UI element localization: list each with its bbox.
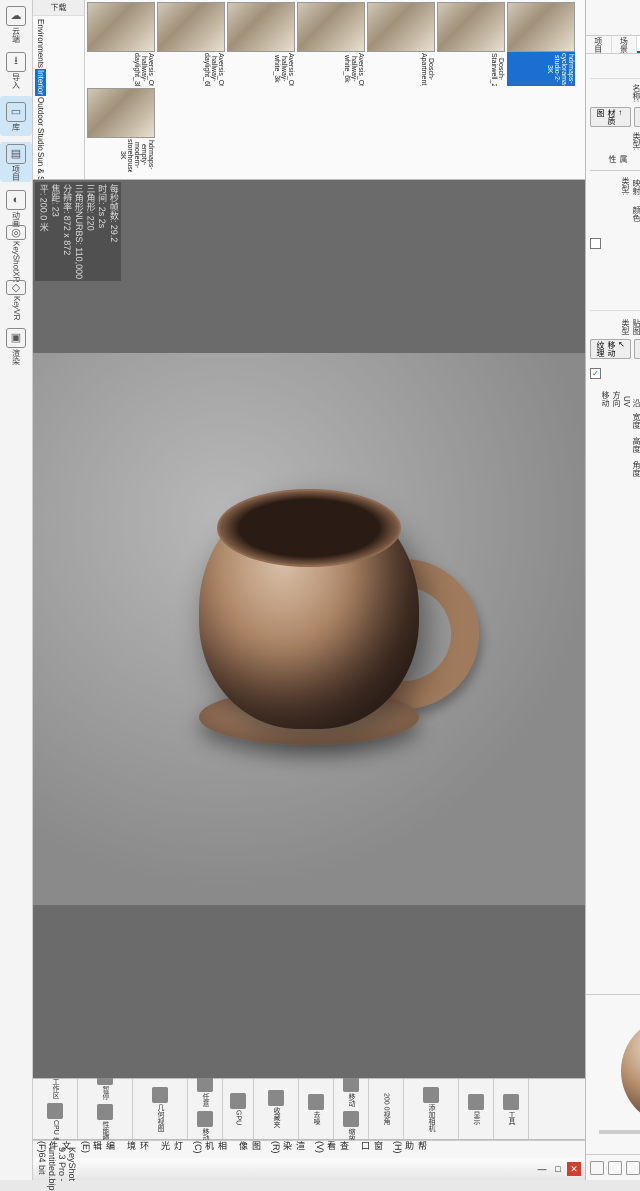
btn-geomview[interactable]: 几何视图 bbox=[149, 1086, 171, 1133]
tree-environments[interactable]: Environments bbox=[35, 18, 46, 69]
properties-panel: 项目 场景 材质 环境 照明 相机 图像 材质 名称: ← 材质图 ← 多层材质… bbox=[585, 0, 640, 1180]
proptab-props[interactable]: 属性 bbox=[590, 155, 640, 170]
angle-label: 角度 bbox=[590, 461, 640, 477]
thumb-2[interactable]: Aversis_Office-hallway-white_3k bbox=[227, 2, 295, 86]
tool-ksvr[interactable]: ◇K𝑒𝑦VR bbox=[0, 280, 32, 320]
btn-fov[interactable]: 200 0视角 bbox=[378, 1092, 394, 1127]
color-label: 颜色 bbox=[590, 206, 640, 222]
menu-edit[interactable]: 编辑(E) bbox=[81, 1141, 117, 1158]
name-label: 名称: bbox=[590, 84, 640, 102]
project-tabs: 项目 场景 材质 环境 照明 相机 图像 bbox=[586, 36, 640, 54]
library-panel: 下载 Environments Interior Outdoor Studio … bbox=[33, 0, 585, 180]
btn-gpu[interactable]: GPU bbox=[227, 1092, 249, 1126]
invert-checkbox[interactable] bbox=[590, 238, 601, 249]
btn-addcam[interactable]: 添加相机 bbox=[420, 1086, 442, 1133]
tree-studio[interactable]: Studio bbox=[35, 127, 46, 152]
preview-sphere bbox=[621, 1016, 640, 1126]
render-area bbox=[33, 353, 585, 905]
left-toolbar: ☁云端 ⭳导入 ▭库 ▤项目 ◐动画 ◎KeyShotXR ◇K𝑒𝑦VR ▣渲染 bbox=[0, 0, 33, 1180]
window-min-button[interactable]: — bbox=[535, 1162, 549, 1176]
move-texture-button[interactable]: ↙ 移动纹理 bbox=[590, 339, 631, 359]
menu-image[interactable]: 图像 bbox=[237, 1141, 263, 1158]
menu-light[interactable]: 灯光 bbox=[159, 1141, 185, 1158]
tool-import[interactable]: ⭳导入 bbox=[0, 50, 32, 90]
material-graph-button[interactable]: ← 材质图 bbox=[590, 107, 631, 127]
tile-label: 贴图类型 bbox=[590, 315, 640, 335]
tool-cloud[interactable]: ☁云端 bbox=[0, 4, 32, 44]
library-tree-header: 下载 bbox=[33, 0, 84, 16]
multilayer-button[interactable]: ← 多层材质 bbox=[634, 107, 640, 127]
thumb-6[interactable]: hdrmaps-cyclorama-studio-2-3K bbox=[507, 2, 575, 86]
titlebar: KeyShot 9.3 Pro - untitled.bip - 64 bit … bbox=[33, 1158, 585, 1180]
panel-header: 材质 bbox=[590, 58, 640, 79]
preview-zoom-slider[interactable] bbox=[599, 1130, 640, 1134]
thumb-4[interactable]: Dosch-Apartment_2k bbox=[367, 2, 435, 86]
sync-label: 同步 bbox=[604, 365, 640, 381]
tab-scene[interactable]: 场景 bbox=[612, 36, 638, 53]
menu-render[interactable]: 渲染(R) bbox=[271, 1141, 307, 1158]
thumb-7[interactable]: hdrmaps-empty-modern-storehouse-3K bbox=[87, 88, 155, 172]
fit-model-button[interactable]: 模型 bbox=[634, 339, 640, 359]
btn-zoom[interactable]: 缩放 bbox=[340, 1110, 362, 1143]
tree-sunsky[interactable]: Sun & Sky bbox=[35, 151, 46, 179]
properties-body: 材质 名称: ← 材质图 ← 多层材质 类型: 属性 金属 属性 纹理 标签 映… bbox=[586, 54, 640, 994]
btn-display[interactable]: 显示 bbox=[465, 1093, 487, 1126]
btn-fav[interactable]: 收藏夹 bbox=[265, 1089, 287, 1129]
menu-view[interactable]: 查看(V) bbox=[315, 1141, 351, 1158]
invert-label: 反转 bbox=[604, 235, 640, 251]
sync-checkbox[interactable]: ✓ bbox=[590, 368, 601, 379]
material-preview-small bbox=[586, 0, 640, 36]
viewport[interactable]: 每秒帧数: 29.2 时间: 2s 2s 三角形: 220 三角形NURBS: … bbox=[33, 180, 585, 1078]
properties-footer bbox=[586, 1154, 640, 1180]
height-label: 高度 bbox=[590, 437, 640, 453]
library-thumbnails: Aversis_Office-hallway-daylight_3k Avers… bbox=[85, 0, 585, 179]
tool-project[interactable]: ▤项目 bbox=[0, 142, 32, 182]
menu-env[interactable]: 环境 bbox=[125, 1141, 151, 1158]
btn-pan[interactable]: 移动 bbox=[340, 1075, 362, 1108]
window-close-button[interactable]: ✕ bbox=[567, 1162, 581, 1176]
library-tree-pane: 下载 Environments Interior Outdoor Studio … bbox=[33, 0, 85, 179]
btn-denoise[interactable]: 去噪 bbox=[305, 1093, 327, 1126]
thumb-1[interactable]: Aversis_Office-hallway-daylight_6k bbox=[157, 2, 225, 86]
ribbon-toolbar: 工作区CPU 使用量 暂停性能模式 几何视图 任意移动 GPU 收藏夹 去噪 翻… bbox=[33, 1078, 585, 1140]
tool-anim[interactable]: ◐动画 bbox=[0, 188, 32, 228]
uvscale-label: 沿 UV 方向移动 bbox=[590, 387, 640, 407]
thumb-3[interactable]: Aversis_Office-hallway-white_6k bbox=[297, 2, 365, 86]
footer-grid-icon[interactable] bbox=[590, 1161, 604, 1175]
type-label: 类型: bbox=[590, 132, 640, 150]
menu-help[interactable]: 帮助(H) bbox=[393, 1141, 429, 1158]
footer-search-icon[interactable] bbox=[608, 1161, 622, 1175]
tree-interior[interactable]: Interior bbox=[35, 69, 46, 96]
size-section[interactable]: ▼尺寸和映射 bbox=[590, 257, 640, 311]
library-tree: Environments Interior Outdoor Studio Sun… bbox=[33, 16, 84, 179]
btn-tools[interactable]: 工具 bbox=[500, 1093, 522, 1126]
material-big-preview: 全展组高度 bbox=[586, 994, 640, 1154]
tree-outdoor[interactable]: Outdoor bbox=[35, 96, 46, 127]
tool-render[interactable]: ▣渲染 bbox=[0, 326, 32, 366]
thumb-5[interactable]: Dosch-Stairwell_2k bbox=[437, 2, 505, 86]
rendered-mug bbox=[129, 449, 489, 809]
width-label: 宽度 bbox=[590, 413, 640, 429]
app-title: KeyShot 9.3 Pro - untitled.bip - 64 bit bbox=[37, 1147, 77, 1191]
viewport-stats: 每秒帧数: 29.2 时间: 2s 2s 三角形: 220 三角形NURBS: … bbox=[35, 182, 121, 281]
btn-move[interactable]: 移动 bbox=[194, 1110, 216, 1143]
path-label: 映射类型: bbox=[590, 175, 640, 195]
tool-ksxr[interactable]: ◎KeyShotXR bbox=[0, 234, 32, 274]
footer-link-icon[interactable] bbox=[626, 1161, 640, 1175]
tab-project[interactable]: 项目 bbox=[586, 36, 612, 53]
menubar: 文件(F) 编辑(E) 环境 灯光 相机(C) 图像 渲染(R) 查看(V) 窗… bbox=[33, 1140, 585, 1158]
main-column: 下载 Environments Interior Outdoor Studio … bbox=[33, 0, 585, 1180]
thumb-0[interactable]: Aversis_Office-hallway-daylight_3k bbox=[87, 2, 155, 86]
tool-library[interactable]: ▭库 bbox=[0, 96, 32, 136]
menu-window[interactable]: 窗口 bbox=[359, 1141, 385, 1158]
window-max-button[interactable]: □ bbox=[551, 1162, 565, 1176]
menu-camera[interactable]: 相机(C) bbox=[193, 1141, 229, 1158]
btn-any[interactable]: 任意 bbox=[194, 1075, 216, 1108]
